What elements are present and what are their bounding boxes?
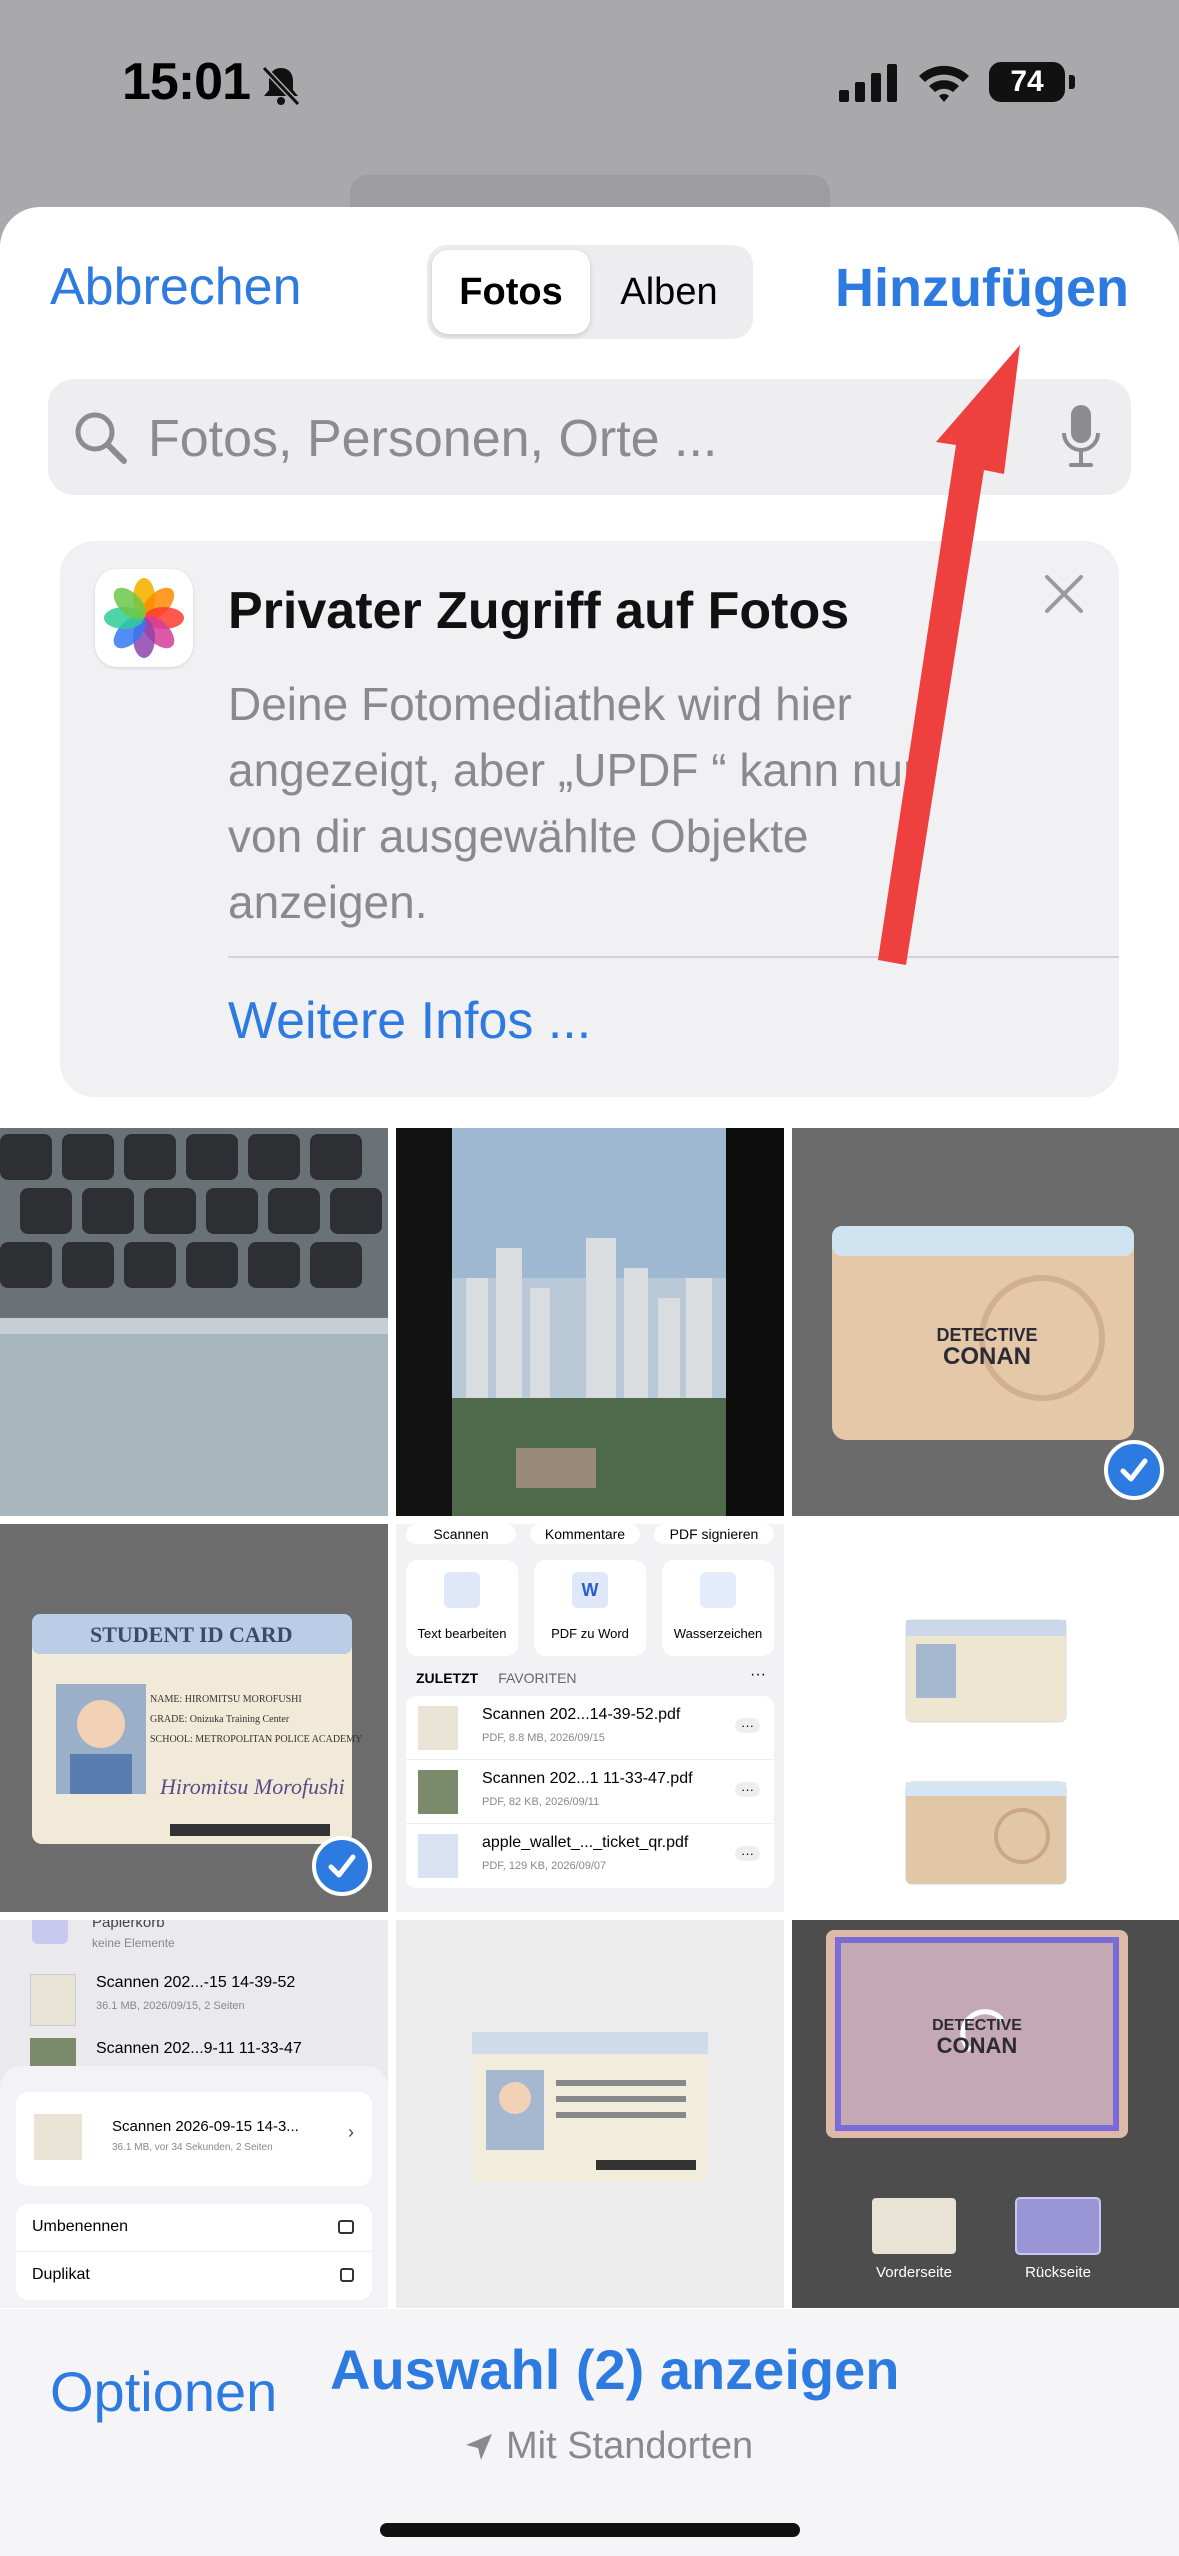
cellular-signal-icon bbox=[839, 64, 897, 102]
student-id-signature: Hiromitsu Morofushi bbox=[160, 1774, 345, 1799]
private-access-card: Privater Zugriff auf Fotos Deine Fotomed… bbox=[60, 541, 1119, 1097]
student-id-grade: GRADE: Onizuka Training Center bbox=[150, 1714, 290, 1725]
trash-label: Papierkorb bbox=[92, 1920, 165, 1931]
updf-file-list: Scannen 202...14-39-52.pdf PDF, 8.8 MB, … bbox=[406, 1696, 774, 1888]
close-icon[interactable] bbox=[1033, 563, 1095, 625]
list-item: Scannen 202...1 11-33-47.pdf PDF, 82 KB,… bbox=[406, 1760, 774, 1824]
photo-tile-student-id[interactable]: STUDENT ID CARD NAME: HIROMITSU MOROFUSH… bbox=[0, 1524, 388, 1912]
list-item: Scannen 202...-15 14-39-52 36.1 MB, 2026… bbox=[24, 1970, 364, 2032]
home-indicator bbox=[380, 2523, 800, 2537]
action-rename: Umbenennen bbox=[16, 2204, 372, 2252]
battery-tip bbox=[1069, 75, 1075, 89]
scan-logo-text: DETECTIVE CONAN bbox=[932, 2017, 1022, 2058]
conan-card-text: DETECTIVE CONAN bbox=[936, 1325, 1038, 1370]
watermark-icon bbox=[700, 1572, 736, 1608]
actions-list: Umbenennen Duplikat bbox=[16, 2204, 372, 2300]
more-icon: ··· bbox=[735, 1782, 760, 1797]
selected-checkmark bbox=[1104, 1440, 1164, 1500]
photo-tile-window-view[interactable] bbox=[396, 1128, 784, 1516]
location-label: Mit Standorten bbox=[506, 2425, 754, 2467]
bell-muted-icon bbox=[261, 65, 301, 107]
status-icons: 74 bbox=[839, 62, 1075, 102]
status-bar: 15:01 74 bbox=[0, 0, 1179, 235]
updf-tabs: ZULETZT FAVORITEN bbox=[416, 1670, 577, 1686]
status-time: 15:01 bbox=[122, 53, 251, 111]
wifi-icon bbox=[919, 65, 969, 102]
file-thumbnail bbox=[418, 1706, 458, 1750]
file-thumbnail bbox=[418, 1770, 458, 1814]
tab-photos[interactable]: Fotos bbox=[432, 250, 590, 334]
more-icon: ··· bbox=[735, 1846, 760, 1861]
microphone-icon[interactable] bbox=[1061, 403, 1101, 469]
tab-albums[interactable]: Alben bbox=[590, 250, 748, 334]
photo-tile-student-id-scan[interactable] bbox=[396, 1920, 784, 2308]
updf-more-icon: ··· bbox=[750, 1666, 766, 1683]
card-body: Deine Fotomediathek wird hier angezeigt,… bbox=[228, 678, 919, 928]
edit-text-icon bbox=[444, 1572, 480, 1608]
duplicate-icon bbox=[340, 2268, 354, 2282]
file-thumbnail bbox=[34, 2114, 82, 2160]
more-icon: ··· bbox=[735, 1718, 760, 1733]
photo-tile-updf-screenshot[interactable]: Scannen Kommentare PDF signieren Text be… bbox=[396, 1524, 784, 1912]
photo-grid: DETECTIVE CONAN STUDENT ID CARD NAME: HI… bbox=[0, 1128, 1179, 2316]
updf-top-buttons: Scannen Kommentare PDF signieren bbox=[406, 1524, 774, 1544]
keyboard-photo bbox=[0, 1128, 388, 1516]
cancel-button[interactable]: Abbrechen bbox=[50, 257, 302, 317]
photo-tile-updf-actions[interactable]: Papierkorb keine Elemente Scannen 202...… bbox=[0, 1920, 388, 2308]
photo-tile-camera-scan[interactable]: DETECTIVE CONAN Vorderseite Rückseite bbox=[792, 1920, 1179, 2308]
photo-tile-keyboard[interactable] bbox=[0, 1128, 388, 1516]
battery-indicator: 74 bbox=[989, 62, 1065, 102]
checkmark-icon bbox=[1120, 1458, 1148, 1482]
show-selection-button[interactable]: Auswahl (2) anzeigen bbox=[330, 2337, 899, 2402]
photos-app-icon bbox=[95, 569, 193, 667]
options-button[interactable]: Optionen bbox=[50, 2359, 277, 2424]
checkmark-icon bbox=[328, 1854, 356, 1878]
rename-icon bbox=[338, 2220, 354, 2234]
list-item: Scannen 202...14-39-52.pdf PDF, 8.8 MB, … bbox=[406, 1696, 774, 1760]
student-id-name: NAME: HIROMITSU MOROFUSHI bbox=[150, 1694, 302, 1705]
student-id-school: SCHOOL: METROPOLITAN POLICE ACADEMY bbox=[150, 1734, 363, 1745]
list-item: apple_wallet_..._ticket_qr.pdf PDF, 129 … bbox=[406, 1824, 774, 1888]
camera-scan-photo bbox=[792, 1920, 1179, 2308]
file-thumbnail bbox=[30, 1974, 76, 2026]
file-thumbnail bbox=[418, 1834, 458, 1878]
selected-file-card: Scannen 2026-09-15 14-3... 36.1 MB, vor … bbox=[16, 2092, 372, 2186]
search-field[interactable]: Fotos, Personen, Orte ... bbox=[48, 379, 1131, 495]
add-button[interactable]: Hinzufügen bbox=[835, 257, 1129, 319]
search-placeholder: Fotos, Personen, Orte ... bbox=[148, 410, 718, 468]
trash-icon bbox=[32, 1920, 68, 1944]
card-title: Privater Zugriff auf Fotos bbox=[228, 582, 850, 640]
location-arrow-icon bbox=[466, 2433, 492, 2460]
photo-tile-scanned-cards[interactable] bbox=[792, 1524, 1179, 1912]
student-id-scan-photo bbox=[396, 1920, 784, 2308]
window-view-photo bbox=[396, 1128, 784, 1516]
back-label: Rückseite bbox=[1025, 2264, 1091, 2281]
card-divider bbox=[228, 956, 1119, 958]
chevron-right-icon: › bbox=[348, 2122, 354, 2142]
bottom-toolbar: Optionen Auswahl (2) anzeigen Mit Stando… bbox=[0, 2309, 1179, 2556]
selected-checkmark bbox=[312, 1836, 372, 1896]
more-info-link[interactable]: Weitere Infos ... bbox=[228, 991, 591, 1051]
word-icon: W bbox=[572, 1572, 608, 1608]
updf-tools: Text bearbeiten W PDF zu Word Wasserzeic… bbox=[406, 1560, 774, 1656]
action-duplicate: Duplikat bbox=[16, 2252, 372, 2300]
trash-meta: keine Elemente bbox=[92, 1936, 175, 1950]
photo-picker-sheet: Abbrechen Fotos Alben Hinzufügen Fotos, … bbox=[0, 207, 1179, 2556]
scanned-cards-photo bbox=[792, 1524, 1179, 1912]
student-id-title: STUDENT ID CARD bbox=[90, 1622, 293, 1647]
front-label: Vorderseite bbox=[876, 2264, 952, 2281]
photo-tile-conan-card[interactable]: DETECTIVE CONAN bbox=[792, 1128, 1179, 1516]
search-icon bbox=[75, 412, 127, 464]
action-sheet: Scannen 2026-09-15 14-3... 36.1 MB, vor … bbox=[0, 2066, 388, 2308]
location-toggle[interactable]: Mit Standorten bbox=[464, 2425, 753, 2468]
picker-segmented-control: Fotos Alben bbox=[427, 245, 753, 339]
